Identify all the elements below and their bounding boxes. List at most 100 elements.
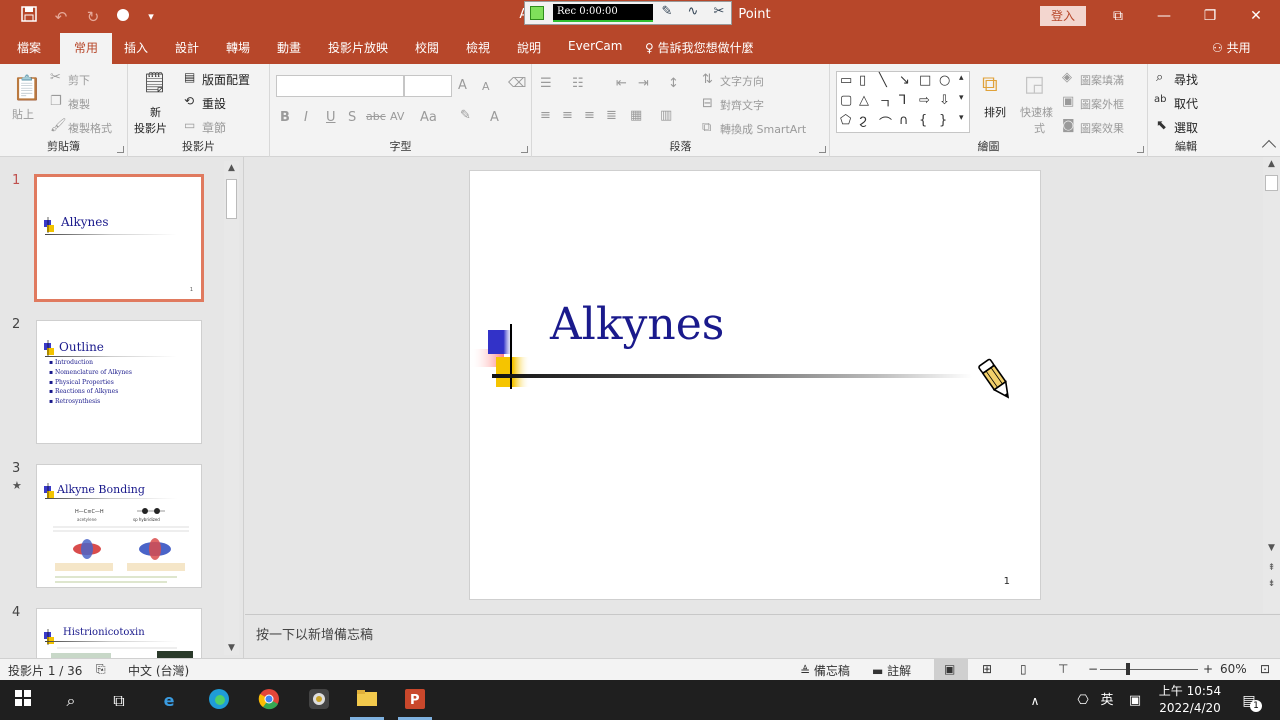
tab-animations[interactable]: 動畫 bbox=[277, 39, 301, 56]
previous-slide-icon[interactable]: ⇞ bbox=[1263, 563, 1280, 573]
new-slide-label-2[interactable]: 投影片 bbox=[134, 120, 167, 136]
left-brace-shape-icon[interactable]: { bbox=[919, 113, 927, 128]
paste-button[interactable]: 貼上 bbox=[12, 106, 34, 122]
replace-button[interactable]: 取代 bbox=[1174, 95, 1198, 112]
share-button[interactable]: ⚇ 共用 bbox=[1212, 39, 1251, 56]
section-icon[interactable]: ▭ bbox=[184, 118, 195, 132]
format-painter-button[interactable]: 複製格式 bbox=[68, 120, 112, 136]
normal-view-icon[interactable]: ▣ bbox=[944, 662, 955, 676]
text-direction-button[interactable]: 文字方向 bbox=[720, 73, 764, 89]
quick-styles-icon[interactable]: ◲ bbox=[1024, 72, 1045, 97]
chrome-icon[interactable] bbox=[256, 688, 282, 714]
italic-button[interactable]: I bbox=[304, 110, 308, 125]
tell-me-search[interactable]: ♀ 告訴我您想做什麼 bbox=[645, 39, 754, 56]
scrollbar-thumb[interactable] bbox=[226, 179, 237, 219]
textbox-shape-icon[interactable]: ▭ bbox=[840, 73, 852, 88]
highlight-icon[interactable]: ✎ bbox=[460, 108, 471, 123]
link-icon[interactable]: ∿ bbox=[683, 4, 703, 22]
edge-icon[interactable] bbox=[206, 688, 232, 714]
text-direction-icon[interactable]: ⇅ bbox=[702, 72, 713, 87]
align-right-icon[interactable]: ≡ bbox=[584, 108, 595, 123]
internet-explorer-icon[interactable]: e bbox=[156, 688, 182, 714]
tab-evercam[interactable]: EverCam bbox=[568, 39, 622, 53]
strikethrough-button[interactable]: abc bbox=[366, 110, 386, 123]
language-indicator[interactable]: 中文 (台灣) bbox=[128, 662, 189, 679]
numbering-icon[interactable]: ☷ bbox=[572, 76, 584, 91]
tab-file[interactable]: 檔案 bbox=[17, 39, 41, 56]
close-icon[interactable]: ✕ bbox=[1233, 5, 1279, 27]
zoom-slider-handle[interactable] bbox=[1126, 663, 1130, 675]
save-icon[interactable] bbox=[18, 6, 40, 28]
maximize-icon[interactable]: ❐ bbox=[1187, 5, 1233, 27]
increase-indent-icon[interactable]: ⇥ bbox=[638, 76, 649, 91]
slideshow-view-icon[interactable]: ⊤ bbox=[1058, 662, 1068, 676]
editor-scrollbar[interactable]: ▲ ▼ ⇞ ⇟ bbox=[1263, 157, 1280, 613]
change-case-button[interactable]: Aa bbox=[420, 110, 437, 125]
reset-icon[interactable]: ⟲ bbox=[184, 94, 194, 108]
bullets-icon[interactable]: ☰ bbox=[540, 76, 552, 91]
copy-button[interactable]: 複製 bbox=[68, 96, 90, 112]
arc-shape-icon[interactable]: ⌒ bbox=[879, 113, 892, 132]
arrange-icon[interactable]: ⧉ bbox=[982, 72, 998, 97]
slideshow-start-icon[interactable] bbox=[112, 6, 134, 28]
shape-outline-button[interactable]: 圖案外框 bbox=[1080, 96, 1124, 112]
slide-thumbnail-4[interactable]: Histrionicotoxin bbox=[36, 608, 202, 658]
replace-icon[interactable]: ab bbox=[1154, 94, 1166, 105]
scroll-down-icon[interactable]: ▼ bbox=[224, 643, 239, 653]
line-shape-icon[interactable]: ╲ bbox=[879, 73, 887, 88]
font-name-input[interactable] bbox=[276, 75, 404, 97]
rectangle-shape-icon[interactable]: □ bbox=[919, 73, 931, 88]
ime-language[interactable]: 英 bbox=[1094, 688, 1120, 714]
search-icon[interactable]: ⌕ bbox=[58, 688, 84, 714]
powerpoint-icon[interactable]: P bbox=[402, 688, 428, 714]
layout-icon[interactable]: ▤ bbox=[184, 70, 195, 84]
editor-scroll-up-icon[interactable]: ▲ bbox=[1263, 159, 1280, 169]
distributed-icon[interactable]: ▦ bbox=[630, 108, 642, 123]
minimize-icon[interactable]: — bbox=[1141, 5, 1187, 27]
slide-thumbnail-3[interactable]: Alkyne Bonding H—C≡C—H acetylene sp hybr… bbox=[36, 464, 202, 588]
quick-styles-label-1[interactable]: 快速樣 bbox=[1020, 104, 1053, 120]
gallery-scroll-down-icon[interactable]: ▾ bbox=[959, 93, 964, 103]
smartart-icon[interactable]: ⧉ bbox=[702, 120, 711, 135]
file-explorer-icon[interactable] bbox=[354, 688, 380, 714]
editor-scroll-down-icon[interactable]: ▼ bbox=[1263, 543, 1280, 553]
reading-view-icon[interactable]: ▯ bbox=[1020, 662, 1027, 676]
shadow-button[interactable]: S bbox=[348, 110, 356, 125]
rounded-rect-shape-icon[interactable]: ▢ bbox=[840, 93, 852, 108]
find-button[interactable]: 尋找 bbox=[1174, 71, 1198, 88]
comments-toggle[interactable]: ▬ 註解 bbox=[872, 662, 911, 679]
layout-button[interactable]: 版面配置 bbox=[202, 71, 250, 88]
tab-insert[interactable]: 插入 bbox=[124, 39, 148, 56]
clipboard-launcher-icon[interactable] bbox=[117, 146, 124, 153]
system-clock[interactable]: 上午 10:54 2022/4/20 bbox=[1156, 683, 1224, 717]
grow-font-button[interactable]: A bbox=[458, 78, 467, 93]
tab-home[interactable]: 常用 bbox=[60, 33, 113, 64]
paste-icon[interactable]: 📋 bbox=[12, 74, 42, 102]
gallery-more-icon[interactable]: ▾ bbox=[959, 113, 964, 123]
tab-review[interactable]: 校閱 bbox=[415, 39, 439, 56]
tab-slideshow[interactable]: 投影片放映 bbox=[328, 39, 388, 56]
font-size-input[interactable] bbox=[404, 75, 452, 97]
annotate-icon[interactable]: ✎ bbox=[657, 4, 677, 22]
zoom-out-icon[interactable]: − bbox=[1088, 662, 1098, 676]
bold-button[interactable]: B bbox=[280, 110, 290, 125]
tab-view[interactable]: 檢視 bbox=[466, 39, 490, 56]
slide-title[interactable]: Alkynes bbox=[550, 299, 724, 350]
record-status-icon[interactable] bbox=[530, 6, 544, 20]
underline-button[interactable]: U bbox=[326, 110, 336, 125]
justify-icon[interactable]: ≣ bbox=[606, 108, 617, 123]
section-button[interactable]: 章節 bbox=[202, 119, 226, 136]
task-view-icon[interactable]: ⧉ bbox=[106, 688, 132, 714]
shape-outline-icon[interactable]: ▣ bbox=[1062, 94, 1074, 109]
thumbnail-scrollbar[interactable]: ▲ ▼ bbox=[224, 161, 239, 655]
notes-pane[interactable]: 按一下以新增備忘稿 bbox=[245, 614, 1280, 658]
redo-icon[interactable]: ↻ bbox=[82, 6, 104, 28]
curve-shape-icon[interactable]: ∩ bbox=[899, 113, 909, 128]
tab-transitions[interactable]: 轉場 bbox=[226, 39, 250, 56]
char-spacing-button[interactable]: AV bbox=[390, 110, 404, 123]
down-arrow-shape-icon[interactable]: ⇩ bbox=[939, 93, 950, 108]
shape-fill-icon[interactable]: ◈ bbox=[1062, 70, 1072, 85]
drawing-launcher-icon[interactable] bbox=[1137, 146, 1144, 153]
elbow-connector-shape-icon[interactable]: ⅂ bbox=[899, 93, 906, 108]
font-launcher-icon[interactable] bbox=[521, 146, 528, 153]
